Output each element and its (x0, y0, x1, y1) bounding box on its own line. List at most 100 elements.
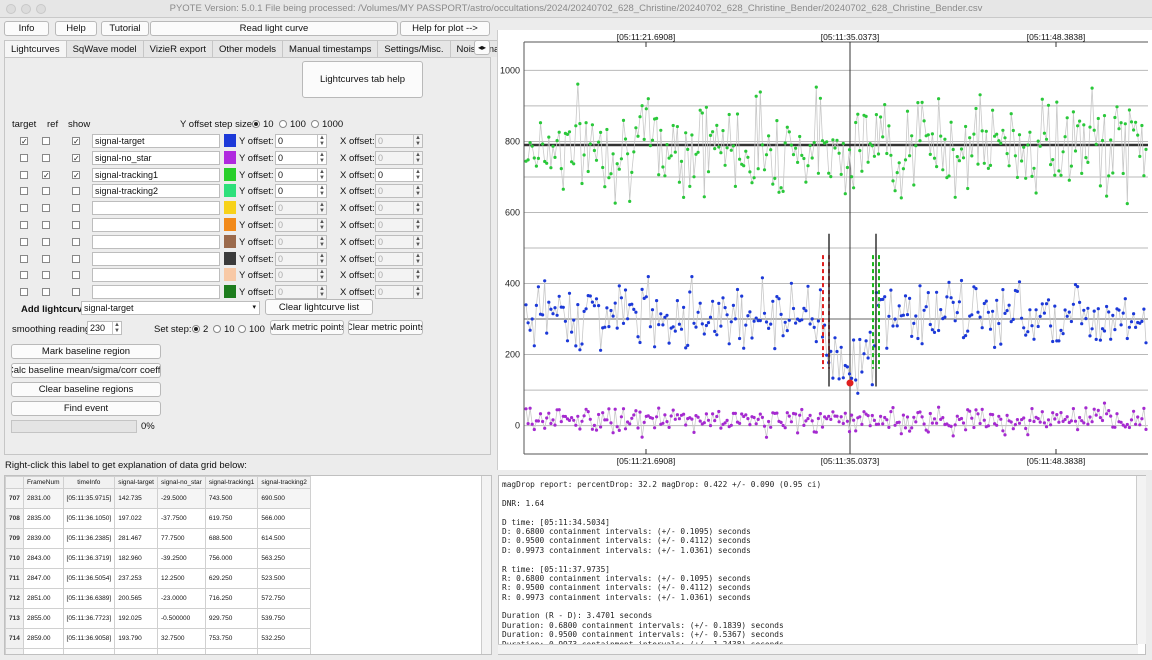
spinner-arrows-icon[interactable]: ▲ ▼ (413, 235, 422, 248)
table-cell[interactable]: 619.750 (204, 508, 259, 529)
clear-baseline-regions-button[interactable]: Clear baseline regions (11, 382, 161, 397)
lightcurve-name-field[interactable] (92, 268, 220, 283)
table-cell[interactable]: 2859.00 (23, 628, 64, 649)
show-checkbox[interactable]: ✓ (72, 153, 80, 162)
spinner-arrows-icon[interactable]: ▲ ▼ (317, 151, 326, 164)
target-checkbox[interactable] (20, 254, 28, 263)
column-header[interactable]: FrameNum (23, 476, 64, 489)
table-cell[interactable]: 716.250 (204, 588, 259, 609)
y-offset-spinbox[interactable]: 0 ▲ ▼ (275, 285, 327, 300)
row-index[interactable]: 707 (5, 488, 24, 509)
table-cell[interactable]: 237.253 (114, 568, 158, 589)
table-cell[interactable]: 77.7500 (157, 528, 206, 549)
column-header[interactable]: signal-tracking2 (257, 476, 311, 489)
ref-checkbox[interactable] (42, 271, 50, 280)
table-cell[interactable]: [05:11:36.2385] (62, 528, 116, 549)
show-checkbox[interactable] (72, 271, 80, 280)
table-row[interactable]: 707 2831.00 [05:11:35.9715] 142.735 -29.5000… (5, 488, 311, 509)
x-offset-spinbox[interactable]: 0 ▲ ▼ (375, 218, 423, 232)
table-row[interactable]: 709 2839.00 [05:11:36.2385] 281.467 77.7500 6… (5, 528, 311, 549)
table-cell[interactable]: -39.2500 (157, 548, 206, 569)
tab-lightcurves[interactable]: Lightcurves (4, 40, 67, 57)
data-grid[interactable]: FrameNum timeInfo signal-target signal-no_s… (4, 475, 492, 655)
table-cell[interactable]: 690.500 (257, 488, 311, 509)
table-cell[interactable]: [05:11:36.6389] (62, 588, 116, 609)
table-cell[interactable]: 756.000 (204, 548, 259, 569)
x-offset-spinbox[interactable]: 0 ▲ ▼ (375, 234, 423, 249)
table-cell[interactable]: [05:11:36.5054] (62, 568, 116, 589)
table-cell[interactable]: 2855.00 (23, 608, 64, 629)
table-row[interactable]: 713 2855.00 [05:11:36.7723] 192.025 -0.50000… (5, 608, 311, 629)
ref-checkbox[interactable] (42, 221, 50, 229)
lightcurve-name-field[interactable]: signal-target (92, 134, 220, 148)
data-table[interactable]: FrameNum timeInfo signal-target signal-no_s… (5, 476, 311, 654)
table-row[interactable]: 708 2835.00 [05:11:36.1050] 197.022 -37.7500… (5, 508, 311, 529)
tab-other-models[interactable]: Other models (212, 40, 284, 57)
table-cell[interactable]: 541.750 (257, 648, 311, 654)
y-offset-step-radio-10[interactable] (252, 120, 260, 128)
spinner-arrows-icon[interactable]: ▲ ▼ (413, 202, 422, 215)
table-cell[interactable]: 182.960 (114, 548, 158, 569)
spinner-arrows-icon[interactable]: ▲ ▼ (317, 269, 326, 282)
y-offset-spinbox[interactable]: 0 ▲ ▼ (275, 167, 327, 182)
report-horizontal-scrollbar[interactable] (498, 644, 1138, 654)
table-cell[interactable]: [05:11:37.0393] (62, 648, 116, 654)
y-offset-spinbox[interactable]: 0 ▲ ▼ (275, 184, 327, 199)
set-step-radio-10[interactable] (213, 325, 221, 333)
spinner-arrows-icon[interactable]: ▲ ▼ (317, 235, 326, 248)
ref-checkbox[interactable]: ✓ (42, 170, 50, 179)
add-lightcurve-dropdown[interactable]: signal-target ▾ (81, 301, 260, 315)
lightcurve-name-field[interactable]: signal-no_star (92, 150, 220, 165)
table-cell[interactable]: 2835.00 (23, 508, 64, 529)
color-swatch[interactable] (224, 234, 236, 248)
table-cell[interactable]: 281.467 (114, 528, 158, 549)
target-checkbox[interactable] (20, 221, 28, 229)
calc-baseline-button[interactable]: Calc baseline mean/sigma/corr coeffs (11, 363, 161, 378)
table-cell[interactable]: 142.735 (114, 488, 158, 509)
show-checkbox[interactable] (72, 237, 80, 246)
y-offset-spinbox[interactable]: 0 ▲ ▼ (275, 234, 327, 249)
table-cell[interactable]: 197.022 (114, 508, 158, 529)
x-offset-spinbox[interactable]: 0 ▲ ▼ (375, 268, 423, 283)
table-cell[interactable]: 192.025 (114, 608, 158, 629)
color-swatch[interactable] (224, 201, 236, 215)
mark-baseline-region-button[interactable]: Mark baseline region (11, 344, 161, 359)
spinner-arrows-icon[interactable]: ▲ ▼ (413, 185, 422, 198)
target-checkbox[interactable]: ✓ (20, 137, 28, 146)
grid-vertical-scrollbar[interactable] (481, 476, 491, 654)
table-cell[interactable]: 12.2500 (157, 568, 206, 589)
plot-area[interactable]: 0 200 400 600 800 1000 [05:11:21.6908] [05:11:2… (497, 30, 1152, 470)
show-checkbox[interactable] (72, 187, 80, 196)
lightcurve-name-field[interactable] (92, 201, 220, 216)
y-offset-spinbox[interactable]: 0 ▲ ▼ (275, 251, 327, 266)
tab-scroll-arrows[interactable]: ◂▸ (474, 40, 490, 55)
show-checkbox[interactable] (72, 288, 80, 297)
report-vertical-scrollbar[interactable] (1136, 476, 1146, 644)
column-header[interactable]: signal-no_star (157, 476, 206, 489)
grid-help-label[interactable]: Right-click this label to get explanatio… (5, 460, 247, 471)
table-cell[interactable]: 688.500 (204, 528, 259, 549)
column-header[interactable]: signal-tracking1 (204, 476, 259, 489)
color-swatch[interactable] (224, 251, 236, 265)
spinner-arrows-icon[interactable]: ▲ ▼ (317, 286, 326, 299)
table-cell[interactable]: -37.7500 (157, 508, 206, 529)
row-index[interactable]: 711 (5, 568, 24, 589)
color-swatch[interactable] (224, 184, 236, 198)
ref-checkbox[interactable] (42, 288, 50, 297)
column-header[interactable]: timeInfo (62, 476, 116, 489)
show-checkbox[interactable]: ✓ (72, 137, 80, 146)
column-header[interactable]: signal-target (114, 476, 158, 489)
color-swatch[interactable] (224, 218, 236, 231)
table-cell[interactable]: -29.5000 (157, 488, 206, 509)
table-cell[interactable]: [05:11:36.7723] (62, 608, 116, 629)
x-offset-spinbox[interactable]: 0 ▲ ▼ (375, 167, 423, 182)
y-offset-spinbox[interactable]: 0 ▲ ▼ (275, 218, 327, 232)
table-cell[interactable]: 532.250 (257, 628, 311, 649)
lightcurve-name-field[interactable]: signal-tracking1 (92, 167, 220, 182)
table-cell[interactable]: 523.500 (257, 568, 311, 589)
info-button[interactable]: Info (4, 21, 49, 36)
table-cell[interactable]: 563.250 (257, 548, 311, 569)
spinner-arrows-icon[interactable]: ▲ ▼ (112, 322, 121, 334)
table-cell[interactable]: 2863.00 (23, 648, 64, 654)
read-light-curve-button[interactable]: Read light curve (150, 21, 398, 36)
